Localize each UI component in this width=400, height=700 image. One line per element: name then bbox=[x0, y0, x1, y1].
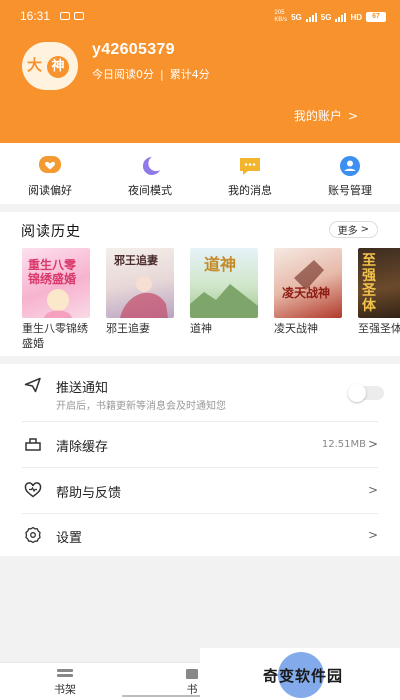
push-notification-row: 推送通知 开启后，书籍更新等消息会及时通知您 bbox=[0, 364, 400, 420]
nav-bookshelf-label: 书架 bbox=[54, 683, 76, 696]
bookstore-icon bbox=[186, 669, 198, 679]
status-bar: 16:31 205 KB/s 5G 5G HD 67 bbox=[0, 0, 400, 30]
my-messages-button[interactable]: 我的消息 bbox=[200, 143, 300, 204]
quick-actions: 阅读偏好 夜间模式 我的消息 账号管理 bbox=[0, 143, 400, 204]
account-management-label: 账号管理 bbox=[328, 184, 372, 197]
gear-icon bbox=[25, 526, 41, 544]
battery-icon: 67 bbox=[366, 12, 386, 22]
help-feedback-row[interactable]: 帮助与反馈 > bbox=[0, 468, 400, 512]
chevron-right-icon: > bbox=[367, 437, 378, 451]
book-title: 至强圣体 bbox=[358, 322, 400, 335]
settings-list: 推送通知 开启后，书籍更新等消息会及时通知您 清除缓存 12.51MB > 帮助… bbox=[0, 364, 400, 556]
cache-size: 12.51MB bbox=[321, 439, 366, 450]
broom-icon bbox=[25, 438, 41, 451]
reading-stats: 今日阅读0分 | 累计4分 bbox=[92, 66, 210, 82]
signal-icon-2 bbox=[335, 12, 347, 22]
book-cover: 邪王追妻 bbox=[106, 248, 174, 318]
book-item[interactable]: 凌天战神 凌天战神 bbox=[274, 248, 342, 336]
book-cover: 至强圣体 bbox=[358, 248, 400, 318]
clear-cache-label: 清除缓存 bbox=[56, 440, 109, 455]
book-cover: 凌天战神 bbox=[274, 248, 342, 318]
book-title: 凌天战神 bbox=[274, 322, 318, 335]
settings-row[interactable]: 设置 > bbox=[0, 514, 400, 556]
profile-header: 16:31 205 KB/s 5G 5G HD 67 大 神 y42605379… bbox=[0, 0, 400, 143]
send-icon bbox=[24, 377, 41, 393]
watermark-text: 奇变软件园 bbox=[263, 667, 344, 685]
book-item[interactable]: 邪王追妻 邪王追妻 bbox=[106, 248, 174, 336]
nav-bookstore[interactable]: 书 bbox=[186, 669, 198, 697]
push-notification-label: 推送通知 bbox=[56, 381, 109, 396]
signal-label-1: 5G bbox=[291, 12, 302, 22]
toggle-knob bbox=[348, 384, 366, 402]
username: y42605379 bbox=[92, 41, 175, 58]
book-cover: 道神 bbox=[190, 248, 258, 318]
message-icon bbox=[238, 155, 262, 177]
book-item[interactable]: 重生八零锦绣盛婚 重生八零锦绣盛婚 bbox=[22, 248, 90, 348]
status-indicators: 205 KB/s 5G 5G HD 67 bbox=[274, 10, 386, 24]
heart-icon bbox=[38, 155, 62, 177]
total-reading: 累计4分 bbox=[169, 68, 210, 81]
my-account-link[interactable]: 我的账户 > bbox=[294, 107, 358, 124]
night-mode-label: 夜间模式 bbox=[128, 184, 172, 197]
reading-history-title: 阅读历史 bbox=[21, 224, 81, 240]
watermark: 奇变软件园 bbox=[200, 648, 400, 700]
clear-cache-row[interactable]: 清除缓存 12.51MB > bbox=[0, 422, 400, 466]
history-book-list: 重生八零锦绣盛婚 重生八零锦绣盛婚 邪王追妻 邪王追妻 道神 道神 凌天战神 凌… bbox=[22, 248, 400, 348]
book-cover: 重生八零锦绣盛婚 bbox=[22, 248, 90, 318]
chevron-right-icon: > bbox=[347, 108, 358, 123]
night-mode-button[interactable]: 夜间模式 bbox=[100, 143, 200, 204]
notification-icon bbox=[60, 12, 70, 20]
push-notification-toggle[interactable] bbox=[348, 384, 384, 402]
book-item[interactable]: 道神 道神 bbox=[190, 248, 258, 336]
stats-separator: | bbox=[160, 67, 164, 81]
book-title: 邪王追妻 bbox=[106, 322, 150, 335]
today-reading: 今日阅读0分 bbox=[92, 68, 154, 81]
network-speed: 205 KB/s bbox=[274, 10, 288, 23]
chevron-right-icon: > bbox=[360, 224, 369, 235]
location-icon bbox=[74, 12, 84, 20]
avatar-logo: 大 神 bbox=[25, 53, 75, 79]
signal-label-2: 5G bbox=[320, 12, 332, 22]
reading-history: 阅读历史 更多 > 重生八零锦绣盛婚 重生八零锦绣盛婚 邪王追妻 邪王追妻 道神… bbox=[0, 212, 400, 356]
status-time: 16:31 bbox=[20, 9, 51, 23]
book-item[interactable]: 至强圣体 至强圣体 bbox=[358, 248, 400, 336]
book-title: 重生八零锦绣盛婚 bbox=[22, 322, 88, 348]
book-title: 道神 bbox=[190, 322, 212, 335]
bookshelf-icon bbox=[57, 669, 73, 677]
help-heart-icon bbox=[24, 482, 42, 498]
moon-icon bbox=[138, 155, 162, 177]
account-management-button[interactable]: 账号管理 bbox=[300, 143, 400, 204]
chevron-right-icon: > bbox=[367, 528, 378, 542]
my-messages-label: 我的消息 bbox=[228, 184, 272, 197]
help-feedback-label: 帮助与反馈 bbox=[56, 486, 122, 501]
reading-preference-label: 阅读偏好 bbox=[28, 184, 72, 197]
reading-preference-button[interactable]: 阅读偏好 bbox=[0, 143, 100, 204]
avatar[interactable]: 大 神 bbox=[22, 42, 78, 90]
signal-icon bbox=[305, 12, 317, 22]
more-button[interactable]: 更多 > bbox=[328, 221, 378, 238]
push-notification-hint: 开启后，书籍更新等消息会及时通知您 bbox=[56, 401, 226, 412]
chevron-right-icon: > bbox=[367, 483, 378, 497]
nav-bookshelf[interactable]: 书架 bbox=[54, 669, 76, 697]
account-icon bbox=[338, 155, 362, 177]
signal-label-3: HD bbox=[350, 12, 362, 22]
my-account-label: 我的账户 bbox=[293, 109, 342, 123]
settings-label: 设置 bbox=[56, 531, 83, 546]
